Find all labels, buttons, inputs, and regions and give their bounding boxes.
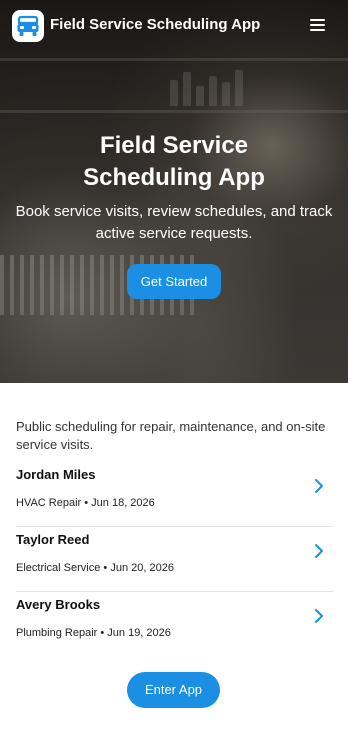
chevron-right-icon[interactable] — [313, 543, 325, 559]
hero-subtitle: Book service visits, review schedules, a… — [15, 203, 333, 242]
visit-list: Jordan Miles HVAC Repair • Jun 18, 2026 … — [16, 462, 333, 657]
app-title: Field Service Scheduling App — [50, 16, 261, 33]
enter-app-button[interactable]: Enter App — [127, 672, 220, 708]
app-header: Field Service Scheduling App — [0, 0, 348, 52]
visit-details: Plumbing Repair • Jun 19, 2026 — [16, 627, 171, 639]
visit-list-item[interactable]: Taylor Reed Electrical Service • Jun 20,… — [16, 527, 333, 592]
visit-details: Electrical Service • Jun 20, 2026 — [16, 562, 174, 574]
visit-customer-name: Avery Brooks — [16, 597, 101, 612]
chevron-right-icon[interactable] — [313, 478, 325, 494]
visit-customer-name: Jordan Miles — [16, 467, 96, 482]
hamburger-menu-icon[interactable] — [309, 16, 327, 34]
app-logo[interactable] — [12, 10, 44, 42]
service-van-icon — [17, 15, 39, 36]
chevron-right-icon[interactable] — [313, 608, 325, 624]
visit-customer-name: Taylor Reed — [16, 532, 90, 547]
hero-content: Field Service Scheduling App Book servic… — [0, 130, 348, 299]
visit-details: HVAC Repair • Jun 18, 2026 — [16, 497, 155, 509]
hero-banner: Field Service Scheduling App Field Servi… — [0, 0, 348, 383]
intro-text: Public scheduling for repair, maintenanc… — [16, 419, 326, 452]
visit-list-item[interactable]: Avery Brooks Plumbing Repair • Jun 19, 2… — [16, 592, 333, 657]
get-started-button[interactable]: Get Started — [126, 264, 222, 299]
hero-title: Field Service Scheduling App — [83, 132, 265, 191]
main-content: Public scheduling for repair, maintenanc… — [16, 418, 333, 657]
visit-list-item[interactable]: Jordan Miles HVAC Repair • Jun 18, 2026 — [16, 462, 333, 527]
